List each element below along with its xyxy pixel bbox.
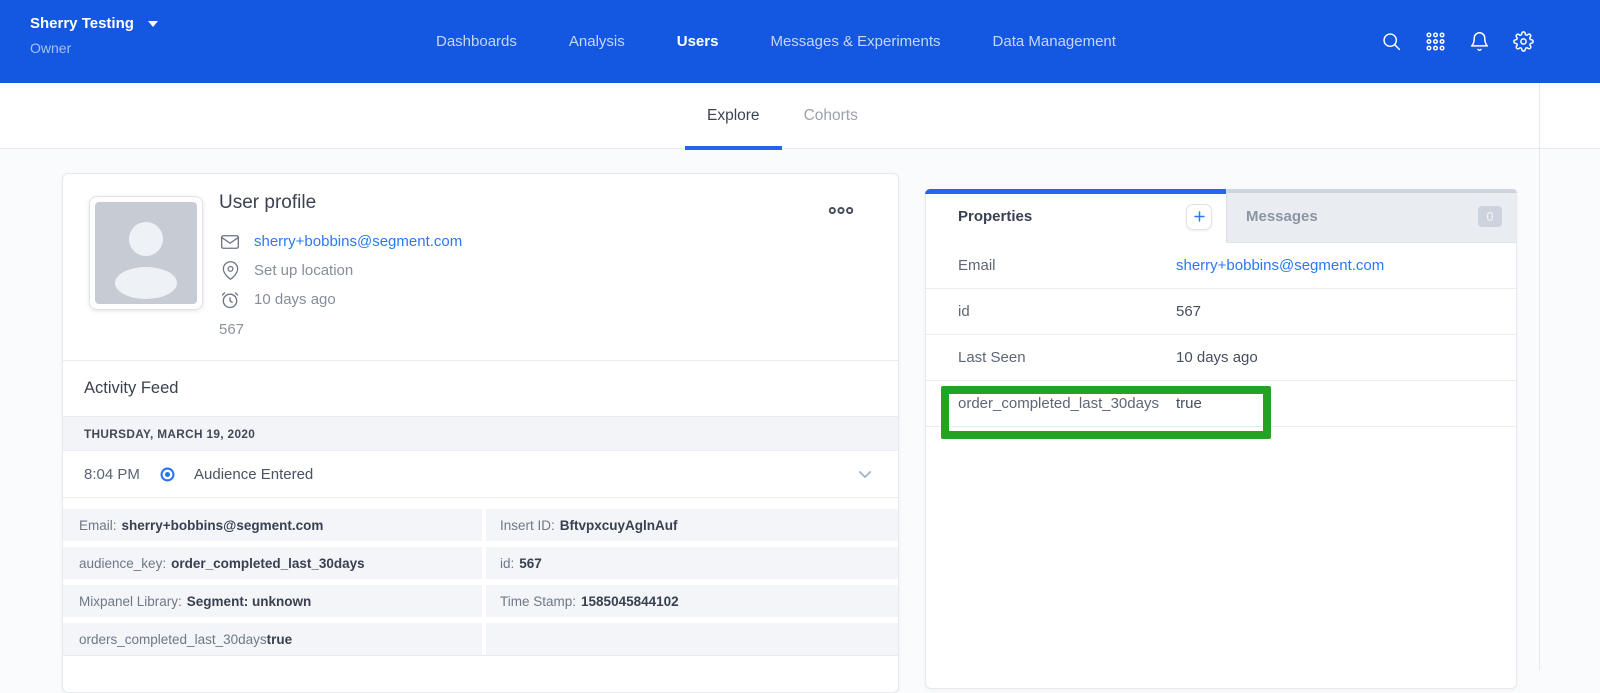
event-detail-cell: Mixpanel Library: Segment: unknown xyxy=(63,585,482,617)
scroll-track-divider xyxy=(1539,83,1540,670)
more-options-button[interactable] xyxy=(824,200,858,223)
audience-entered-icon xyxy=(159,466,176,483)
mail-icon xyxy=(219,232,241,252)
event-name: Audience Entered xyxy=(194,466,313,483)
property-row: Email sherry+bobbins@segment.com xyxy=(926,243,1516,289)
event-time: 8:04 PM xyxy=(84,466,159,483)
avatar xyxy=(89,196,203,310)
event-detail-cell: orders_completed_last_30days true xyxy=(63,623,482,655)
property-row-highlighted: order_completed_last_30days true xyxy=(926,381,1516,427)
active-tab-top-bar xyxy=(925,189,1226,194)
event-details-table: Email: sherry+bobbins@segment.com Insert… xyxy=(63,497,898,656)
profile-last-seen-row: 10 days ago xyxy=(219,285,898,314)
page-title: User profile xyxy=(219,192,898,214)
tab-cohorts-label: Cohorts xyxy=(804,107,858,125)
profile-summary: User profile sherry+bobbins@segment.com … xyxy=(63,174,898,360)
event-detail-cell: Insert ID: BftvpxcuyAglnAuf xyxy=(486,509,898,541)
event-detail-cell-empty xyxy=(486,623,898,655)
notifications-bell-icon[interactable] xyxy=(1469,31,1490,52)
project-name[interactable]: Sherry Testing xyxy=(30,15,134,32)
tab-messages-label: Messages xyxy=(1246,208,1318,225)
profile-location[interactable]: Set up location xyxy=(254,262,353,279)
property-row: Last Seen 10 days ago xyxy=(926,335,1516,381)
alarm-clock-icon xyxy=(219,290,241,310)
project-switcher[interactable]: Sherry Testing Owner xyxy=(30,15,158,56)
profile-email-row: sherry+bobbins@segment.com xyxy=(219,227,898,256)
tab-explore[interactable]: Explore xyxy=(685,83,782,149)
profile-email-link[interactable]: sherry+bobbins@segment.com xyxy=(254,233,462,250)
nav-icon-group xyxy=(1381,0,1534,83)
property-email-link[interactable]: sherry+bobbins@segment.com xyxy=(1176,257,1384,274)
nav-data-management[interactable]: Data Management xyxy=(993,33,1116,50)
nav-users[interactable]: Users xyxy=(677,33,719,50)
tab-explore-label: Explore xyxy=(707,107,760,125)
user-profile-card: User profile sherry+bobbins@segment.com … xyxy=(62,173,899,693)
search-icon[interactable] xyxy=(1381,31,1402,52)
apps-grid-icon[interactable] xyxy=(1425,31,1446,52)
collapse-chevron-icon[interactable] xyxy=(858,470,872,479)
activity-event-row[interactable]: 8:04 PM Audience Entered xyxy=(63,451,898,497)
add-property-button[interactable] xyxy=(1186,204,1212,230)
sub-nav: Explore Cohorts xyxy=(0,83,1600,149)
activity-date-header: THURSDAY, MARCH 19, 2020 xyxy=(63,416,898,451)
profile-user-id: 567 xyxy=(219,315,898,344)
active-tab-underline xyxy=(685,146,782,150)
nav-analysis[interactable]: Analysis xyxy=(569,33,625,50)
event-detail-cell: Email: sherry+bobbins@segment.com xyxy=(63,509,482,541)
main-nav: Dashboards Analysis Users Messages & Exp… xyxy=(436,0,1116,83)
event-detail-cell: id: 567 xyxy=(486,547,898,579)
messages-count-badge: 0 xyxy=(1478,206,1502,227)
properties-tab-bar: Properties Messages 0 xyxy=(926,190,1516,243)
tab-cohorts[interactable]: Cohorts xyxy=(782,83,880,149)
inactive-tab-top-bar xyxy=(1227,189,1517,193)
event-detail-cell: Time Stamp: 1585045844102 xyxy=(486,585,898,617)
tab-properties[interactable]: Properties xyxy=(926,190,1226,243)
property-row: id 567 xyxy=(926,289,1516,335)
profile-last-seen: 10 days ago xyxy=(254,291,336,308)
nav-messages-experiments[interactable]: Messages & Experiments xyxy=(770,33,940,50)
chevron-down-icon xyxy=(148,21,158,27)
tab-properties-label: Properties xyxy=(958,208,1032,225)
map-pin-icon xyxy=(219,261,241,280)
tab-messages[interactable]: Messages 0 xyxy=(1226,190,1516,243)
profile-location-row: Set up location xyxy=(219,256,898,285)
top-nav: Sherry Testing Owner Dashboards Analysis… xyxy=(0,0,1600,83)
activity-feed-header: Activity Feed xyxy=(63,360,898,416)
settings-gear-icon[interactable] xyxy=(1513,31,1534,52)
event-detail-cell: audience_key: order_completed_last_30day… xyxy=(63,547,482,579)
properties-card: Properties Messages 0 Email sherry+bobbi… xyxy=(925,189,1517,689)
nav-dashboards[interactable]: Dashboards xyxy=(436,33,517,50)
project-role: Owner xyxy=(30,40,158,56)
activity-feed-title: Activity Feed xyxy=(84,379,178,398)
